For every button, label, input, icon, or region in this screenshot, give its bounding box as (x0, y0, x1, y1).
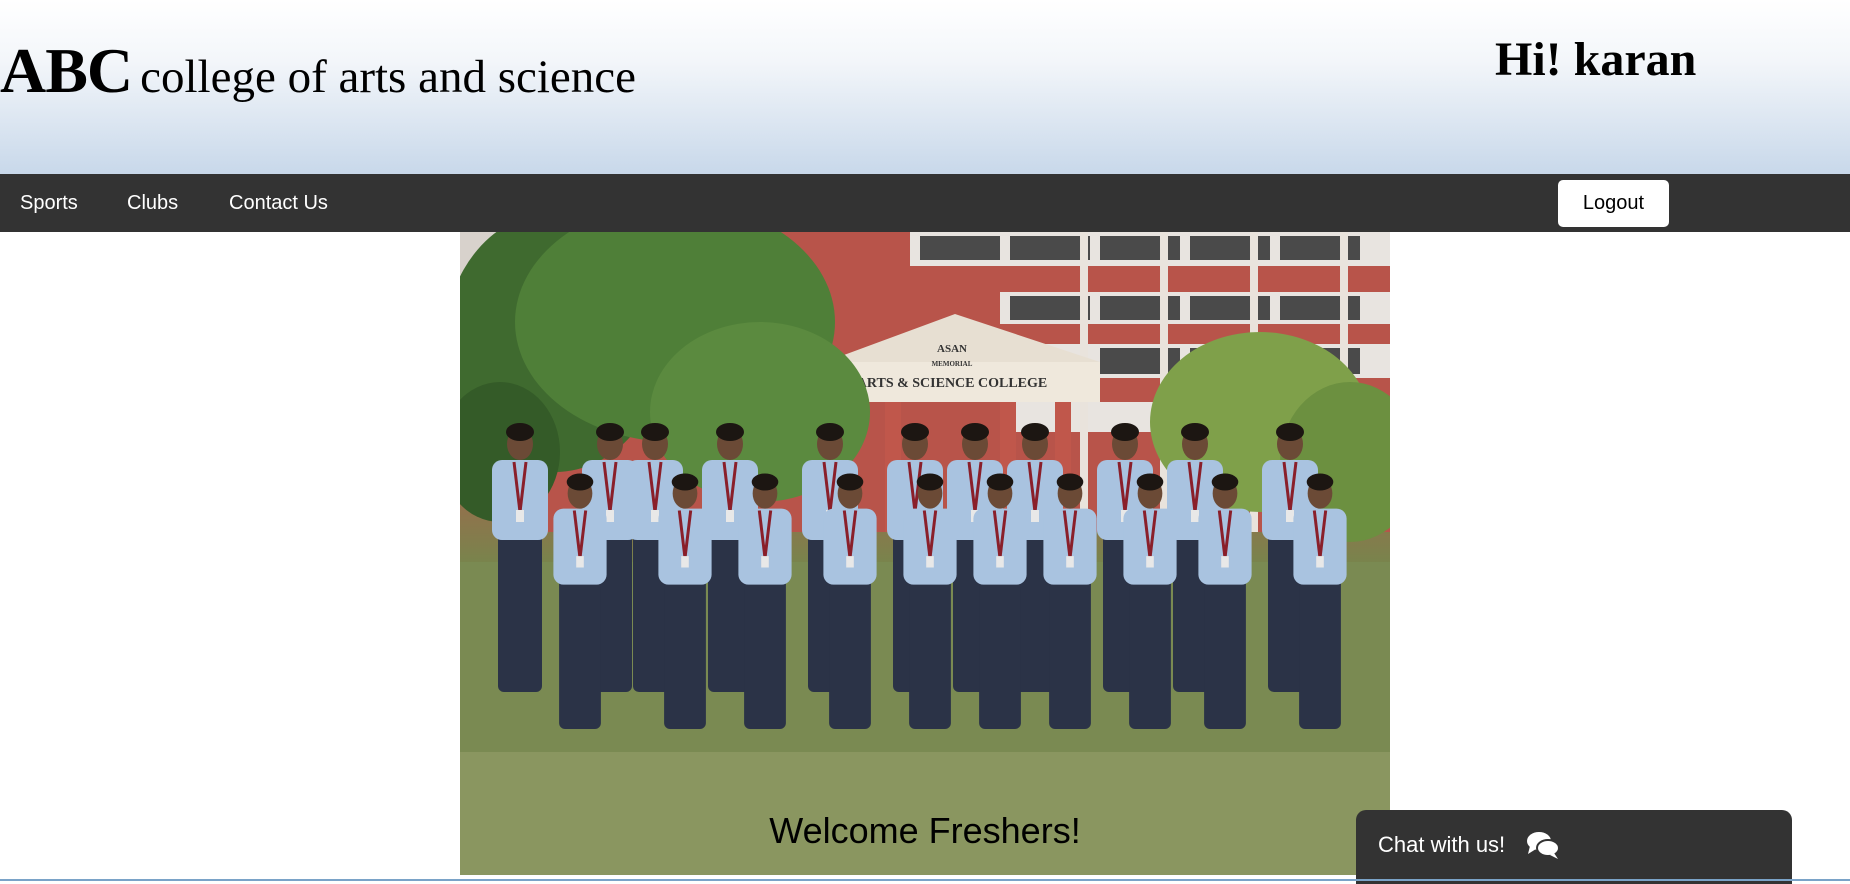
page-bottom-border (0, 879, 1850, 881)
student-figure (1293, 473, 1347, 729)
nav-link-clubs[interactable]: Clubs (127, 174, 178, 232)
sign-line-2: MEMORIAL (932, 360, 973, 368)
student-figure (903, 473, 957, 729)
user-greeting: Hi! karan (1495, 33, 1697, 86)
sign-line-3: ARTS & SCIENCE COLLEGE (857, 376, 1048, 391)
brand-full-name: college of arts and science (140, 51, 636, 103)
nav-link-contact-us[interactable]: Contact Us (229, 174, 328, 232)
main-navbar: Sports Clubs Contact Us Logout (0, 174, 1850, 232)
welcome-caption: Welcome Freshers! (769, 810, 1081, 851)
student-figure (1198, 473, 1252, 729)
chat-label: Chat with us! (1378, 832, 1506, 857)
student-figure (658, 473, 712, 729)
chat-widget[interactable]: Chat with us! (1356, 810, 1792, 884)
site-header: ABC college of arts and science Hi! karan (0, 0, 1850, 174)
nav-link-sports[interactable]: Sports (20, 174, 78, 232)
student-figure (738, 473, 792, 729)
comments-icon (1526, 830, 1560, 865)
student-figure (973, 473, 1027, 729)
student-figure (1043, 473, 1097, 729)
student-figure (553, 473, 607, 729)
campus-group-photo: ASAN MEMORIAL ARTS & SCIENCE COLLEGE (460, 232, 1390, 875)
brand-abbreviation: ABC (0, 35, 133, 106)
freshers-photo: ASAN MEMORIAL ARTS & SCIENCE COLLEGE Wel… (460, 232, 1390, 875)
college-brand: ABC college of arts and science (0, 34, 636, 108)
sign-line-1: ASAN (937, 343, 967, 355)
student-figure (1123, 473, 1177, 729)
logout-button[interactable]: Logout (1558, 180, 1669, 227)
student-figure (492, 423, 548, 692)
student-figure (823, 473, 877, 729)
